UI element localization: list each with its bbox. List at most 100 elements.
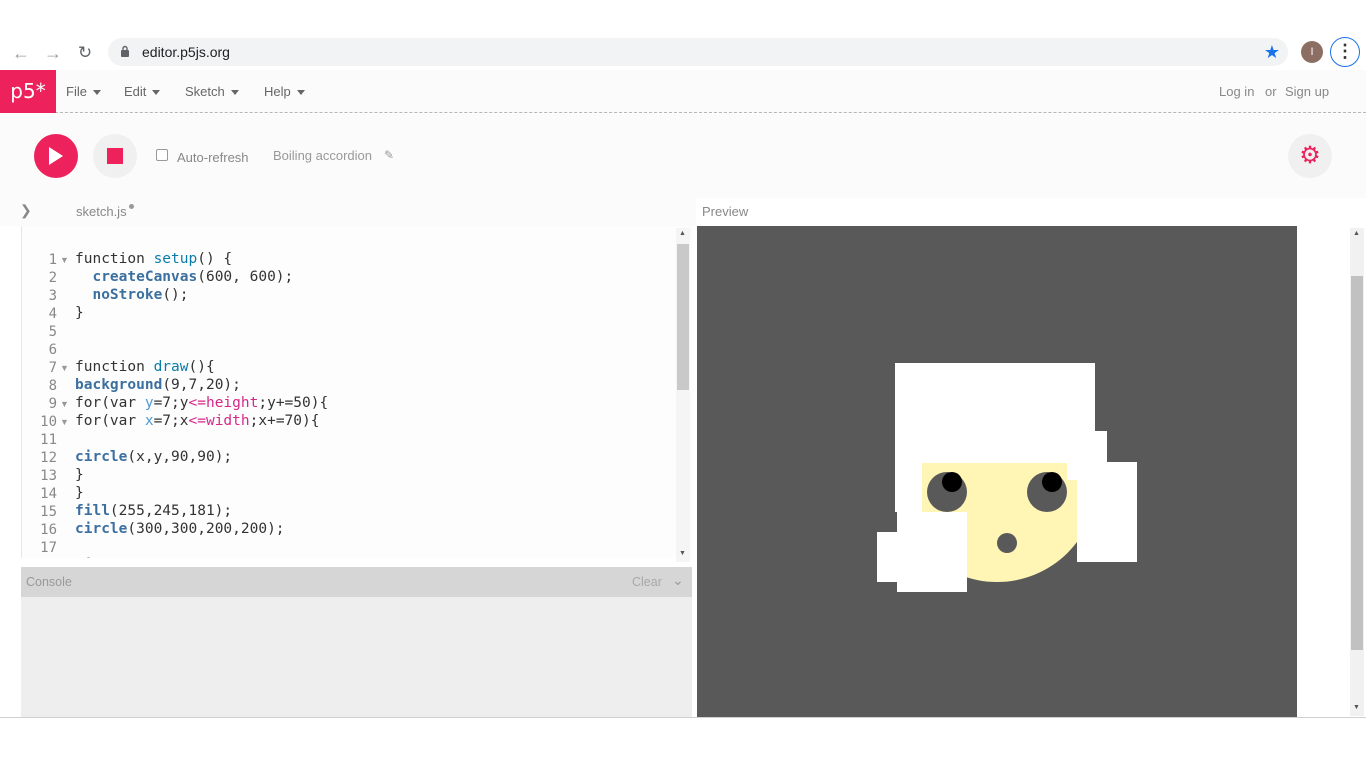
fold-arrow-icon[interactable]: ▼ — [60, 255, 69, 265]
line-number: 3 — [48, 288, 57, 304]
stop-icon — [107, 148, 123, 164]
menu-help[interactable]: Help — [264, 84, 305, 99]
code-line[interactable]: fill(800); — [75, 557, 162, 558]
signup-link[interactable]: Sign up — [1285, 84, 1329, 99]
code-token: circle — [75, 449, 128, 465]
code-token: draw — [153, 359, 189, 375]
menu-help-label: Help — [264, 84, 291, 99]
play-button[interactable] — [34, 134, 78, 178]
code-line[interactable]: circle(300,300,200,200); — [75, 521, 285, 537]
menu-file[interactable]: File — [66, 84, 101, 99]
code-token: (600, 600); — [197, 269, 294, 285]
code-line[interactable]: fill(255,245,181); — [75, 503, 232, 519]
hair-block — [1067, 462, 1077, 480]
code-token: (800); — [110, 557, 162, 558]
toolbar: Auto-refresh Boiling accordion ✎ ⚙ — [0, 114, 1366, 198]
code-line[interactable]: background(9,7,20); — [75, 377, 241, 393]
hair-block — [895, 462, 922, 512]
code-line[interactable]: } — [75, 305, 84, 321]
scroll-up-icon[interactable]: ▲ — [1353, 230, 1360, 237]
preview-canvas[interactable] — [697, 226, 1297, 717]
pencil-icon[interactable]: ✎ — [384, 148, 394, 162]
code-editor[interactable]: 1 ▼ 2 3 4 5 6 7 ▼ 8 9 ▼ 10 ▼ 11 12 13 14… — [21, 226, 693, 558]
code-token: x — [144, 413, 154, 429]
code-line[interactable]: for(var x=7;x<=width;x+=70){ — [75, 413, 319, 429]
fold-arrow-icon[interactable]: ▼ — [60, 417, 69, 427]
console-header: Console Clear ⌄ — [21, 567, 692, 597]
fold-arrow-icon[interactable]: ▼ — [60, 363, 69, 373]
code-token: <= — [188, 413, 206, 429]
star-icon[interactable]: ★ — [1264, 41, 1280, 63]
scroll-down-icon[interactable]: ▼ — [1353, 704, 1360, 711]
chevron-right-icon[interactable]: ❯ — [20, 202, 32, 219]
code-token: height — [205, 395, 259, 411]
stop-button[interactable] — [93, 134, 137, 178]
line-number: 6 — [48, 342, 57, 358]
file-tab[interactable]: sketch.js — [76, 204, 134, 219]
left-pupil — [942, 472, 962, 492]
code-line[interactable]: circle(x,y,90,90); — [75, 449, 232, 465]
hair-block — [895, 431, 1107, 462]
caret-down-icon — [152, 90, 161, 96]
line-number: 14 — [40, 486, 57, 502]
auto-refresh-checkbox[interactable] — [156, 149, 168, 161]
url-field[interactable]: editor.p5js.org ★ — [108, 38, 1288, 66]
p5-nav-bar: p5* File Edit Sketch Help Log in or Sign… — [0, 70, 1366, 113]
menu-edit-label: Edit — [124, 84, 147, 99]
code-line[interactable]: } — [75, 485, 84, 501]
preview-scrollbar[interactable]: ▲ ▼ — [1350, 228, 1364, 716]
menu-sketch[interactable]: Sketch — [185, 84, 239, 99]
scroll-down-icon[interactable]: ▼ — [679, 550, 686, 557]
code-token: fill — [75, 503, 110, 519]
chevron-down-icon[interactable]: ⌄ — [672, 572, 684, 589]
preview-scroll-thumb[interactable] — [1351, 276, 1363, 650]
code-scroll-thumb[interactable] — [677, 244, 689, 390]
menu-edit[interactable]: Edit — [124, 84, 161, 99]
code-line[interactable]: function draw(){ — [75, 359, 215, 375]
code-line[interactable]: } — [75, 467, 84, 483]
line-number: 1 — [48, 252, 57, 268]
code-token: =7;y — [153, 395, 189, 411]
code-scrollbar[interactable]: ▲ ▼ — [676, 228, 690, 562]
kebab-menu-icon[interactable]: ⋮ — [1330, 37, 1360, 67]
code-line[interactable]: createCanvas(600, 600); — [75, 269, 293, 285]
code-token: () { — [197, 251, 233, 267]
back-icon[interactable]: ← — [10, 42, 32, 64]
code-token: noStroke — [92, 287, 163, 303]
fold-arrow-icon[interactable]: ▼ — [60, 399, 69, 409]
console-title: Console — [26, 575, 72, 589]
console-clear-button[interactable]: Clear — [632, 575, 662, 589]
sketch-name[interactable]: Boiling accordion — [273, 148, 372, 163]
menu-file-label: File — [66, 84, 87, 99]
code-token: function — [75, 251, 154, 267]
menu-sketch-label: Sketch — [185, 84, 225, 99]
line-number: 4 — [48, 306, 57, 322]
settings-button[interactable]: ⚙ — [1288, 134, 1332, 178]
code-token: (300,300,200,200); — [127, 521, 285, 537]
line-number: 10 — [40, 414, 57, 430]
login-link[interactable]: Log in — [1219, 84, 1254, 99]
console-output — [21, 597, 692, 717]
file-tab-label: sketch.js — [76, 204, 127, 219]
avatar[interactable]: I — [1301, 41, 1323, 63]
caret-down-icon — [92, 90, 101, 96]
code-token: width — [205, 413, 250, 429]
code-line[interactable]: noStroke(); — [75, 287, 189, 303]
preview-label: Preview — [702, 204, 749, 219]
p5-logo[interactable]: p5* — [0, 70, 56, 113]
forward-icon[interactable]: → — [42, 42, 64, 64]
code-token: (); — [162, 287, 189, 303]
reload-icon[interactable]: ↻ — [74, 42, 96, 64]
code-line[interactable]: for(var y=7;y<=height;y+=50){ — [75, 395, 328, 411]
code-token: for(var — [75, 413, 145, 429]
code-line[interactable]: function setup() { — [75, 251, 232, 267]
scroll-up-icon[interactable]: ▲ — [679, 230, 686, 237]
code-token: y — [144, 395, 154, 411]
line-number: 7 — [48, 360, 57, 376]
code-token: } — [75, 305, 84, 321]
code-token: ;y+=50){ — [258, 395, 329, 411]
sketch-drawing — [697, 226, 1297, 717]
code-token: createCanvas — [92, 269, 198, 285]
